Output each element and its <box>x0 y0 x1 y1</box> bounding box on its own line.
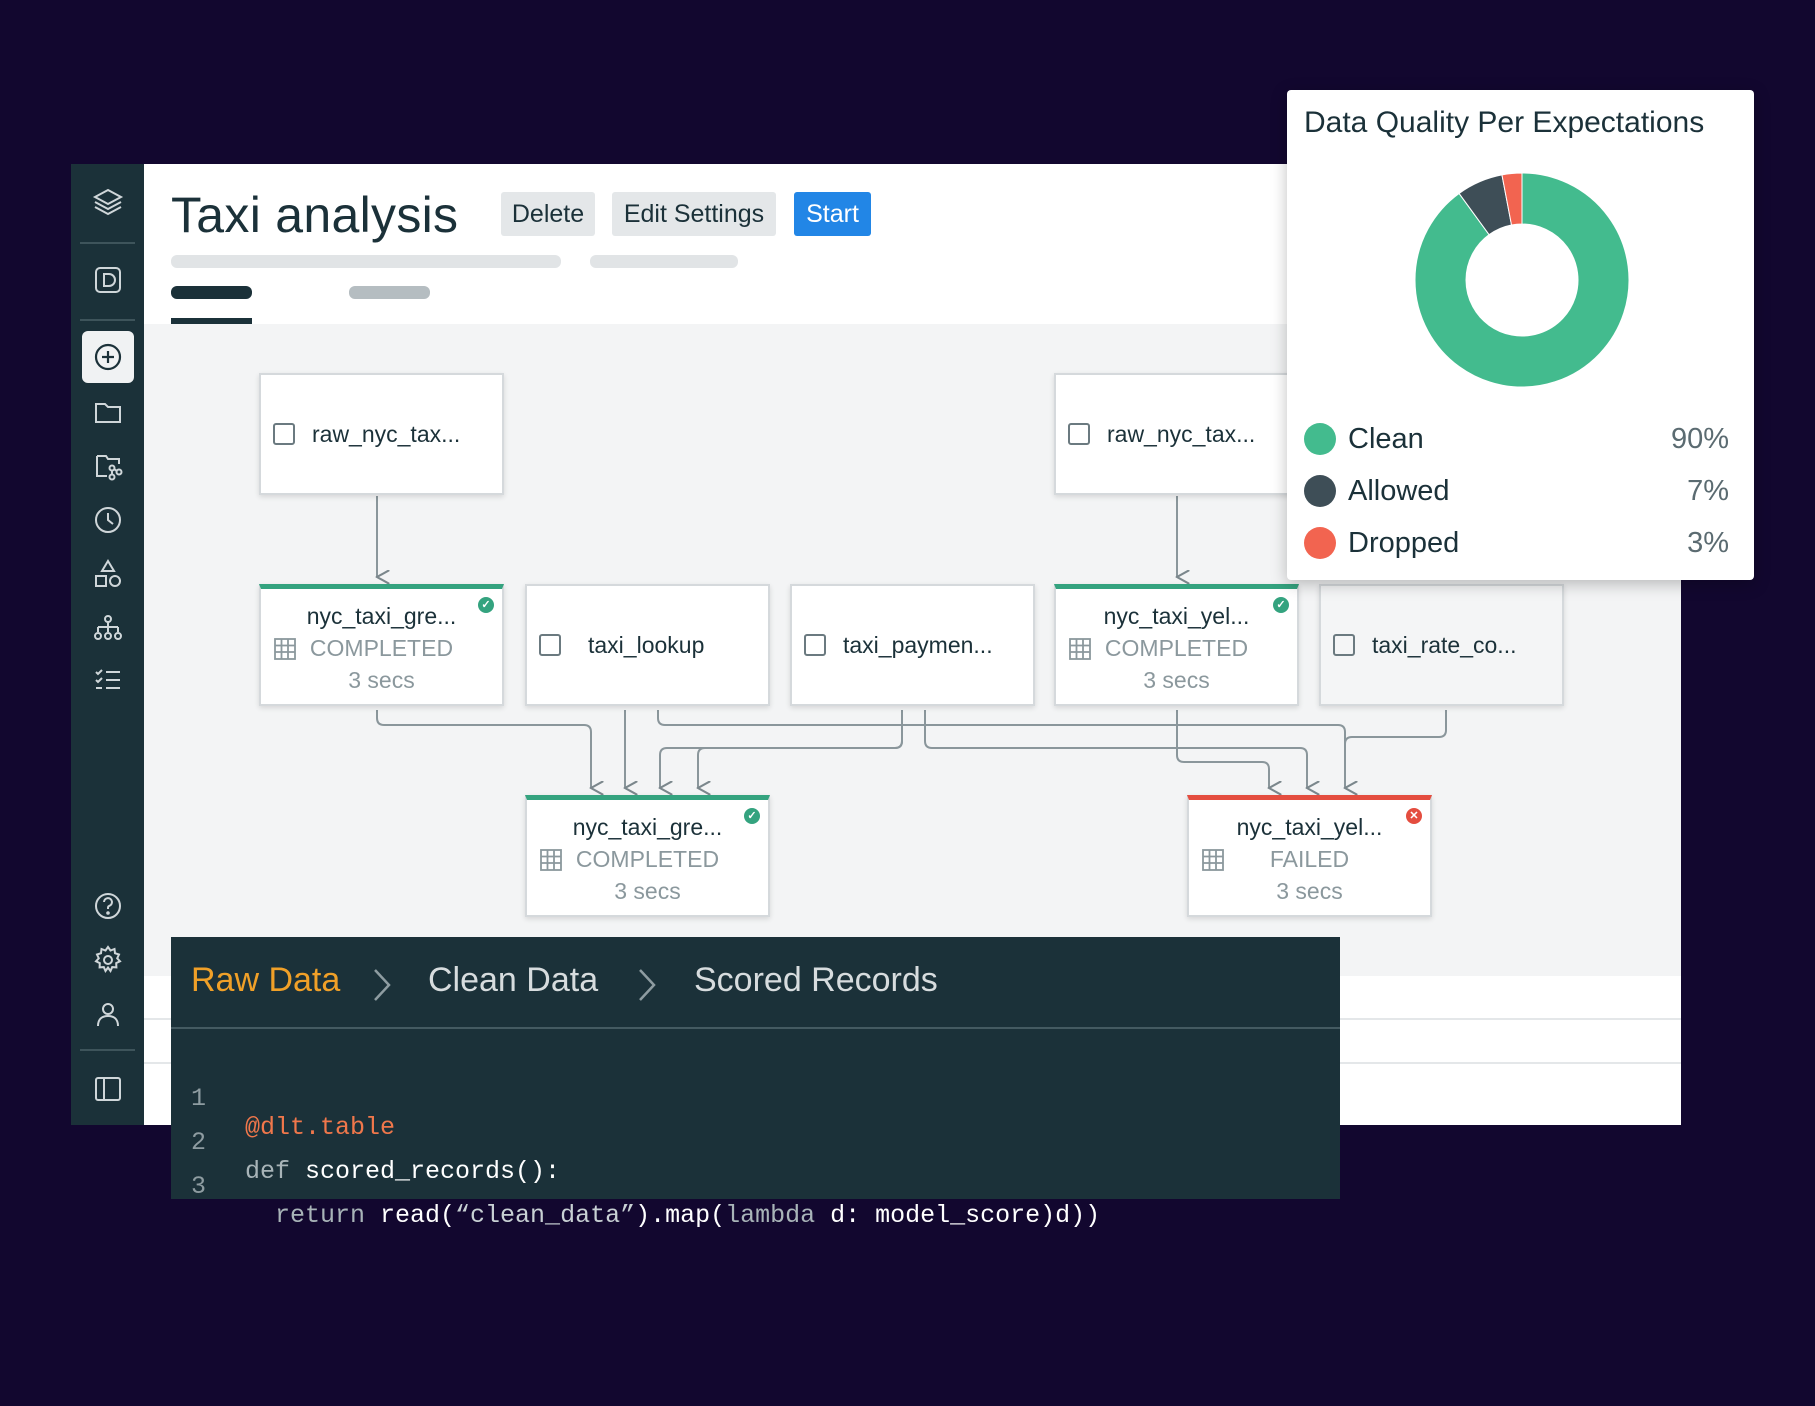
legend-row-dropped: Dropped 3% <box>1304 525 1729 561</box>
edge <box>376 710 591 788</box>
legend-swatch <box>1304 423 1336 455</box>
graph-node-raw-nyc-taxi[interactable]: raw_nyc_tax... <box>259 373 504 495</box>
breadcrumb: Raw Data Clean Data Scored Records <box>171 937 1340 1029</box>
edge <box>1344 710 1447 745</box>
breadcrumb-clean-data[interactable]: Clean Data <box>428 961 598 1000</box>
graph-node-taxi-payment[interactable]: taxi_paymen... <box>790 584 1035 706</box>
node-checkbox[interactable] <box>804 634 826 656</box>
graph-node-raw-nyc-taxi[interactable]: raw_nyc_tax... <box>1054 373 1299 495</box>
chevron-right-icon <box>374 969 391 1001</box>
data-quality-card: Data Quality Per Expectations Clean 90% … <box>1287 90 1754 580</box>
code-text: d: model_score)d)) <box>815 1201 1101 1230</box>
code-panel: Raw Data Clean Data Scored Records 1 @dl… <box>171 937 1340 1230</box>
node-checkbox[interactable] <box>1068 423 1090 445</box>
graph-node-taxi-lookup[interactable]: taxi_lookup <box>525 584 770 706</box>
node-status: COMPLETED <box>309 635 454 661</box>
node-status: COMPLETED <box>575 846 720 872</box>
graph-node-nyc-taxi-yellow-output[interactable]: nyc_taxi_yel... FAILED 3 secs ✕ <box>1187 795 1432 917</box>
code-line: 2 def scored_records(): <box>171 1099 560 1186</box>
legend-swatch <box>1304 475 1336 507</box>
code-text: read( <box>365 1201 456 1230</box>
legend-label: Dropped <box>1348 527 1460 559</box>
success-check-icon: ✓ <box>478 597 494 613</box>
node-duration: 3 secs <box>1143 667 1210 693</box>
code-text: ).map( <box>635 1201 726 1230</box>
node-name: nyc_taxi_yel... <box>1103 603 1250 629</box>
legend-value: 3% <box>1687 527 1729 559</box>
node-name: nyc_taxi_gre... <box>572 814 723 840</box>
node-status: FAILED <box>1269 846 1350 872</box>
line-number: 3 <box>191 1172 207 1201</box>
node-label: raw_nyc_tax... <box>1107 420 1256 447</box>
node-label: raw_nyc_tax... <box>312 420 461 447</box>
node-duration: 3 secs <box>348 667 415 693</box>
card-title: Data Quality Per Expectations <box>1304 106 1705 139</box>
code-string: “clean_data” <box>455 1201 636 1230</box>
graph-node-nyc-taxi-green-output[interactable]: nyc_taxi_gre... COMPLETED 3 secs ✓ <box>525 795 770 917</box>
breadcrumb-scored-records[interactable]: Scored Records <box>694 961 938 1000</box>
legend-row-clean: Clean 90% <box>1304 421 1729 457</box>
edge <box>924 710 1307 788</box>
node-checkbox[interactable] <box>1333 634 1355 656</box>
code-decorator: @dlt.table <box>245 1113 396 1142</box>
legend-value: 7% <box>1687 475 1729 507</box>
node-checkbox[interactable] <box>539 634 561 656</box>
breadcrumb-raw-data[interactable]: Raw Data <box>191 961 340 1000</box>
graph-node-taxi-rate-code[interactable]: taxi_rate_co... <box>1319 584 1564 706</box>
node-label: taxi_paymen... <box>843 631 993 658</box>
node-label: taxi_rate_co... <box>1372 631 1517 658</box>
legend-label: Clean <box>1348 423 1424 455</box>
error-x-icon: ✕ <box>1406 808 1422 824</box>
code-keyword: return <box>245 1201 366 1230</box>
node-label: taxi_lookup <box>588 631 705 658</box>
code-keyword: def <box>245 1157 291 1186</box>
edge <box>698 710 903 788</box>
node-checkbox[interactable] <box>273 423 295 445</box>
code-keyword: lambda <box>725 1201 816 1230</box>
success-check-icon: ✓ <box>744 808 760 824</box>
code-line: 3 return read(“clean_data”).map(lambda d… <box>171 1143 1100 1230</box>
node-duration: 3 secs <box>1276 878 1343 904</box>
code-line: 1 @dlt.table <box>171 1055 395 1142</box>
legend-value: 90% <box>1670 423 1729 455</box>
node-name: nyc_taxi_yel... <box>1236 814 1383 840</box>
legend-swatch <box>1304 527 1336 559</box>
chevron-right-icon <box>639 969 656 1001</box>
graph-node-nyc-taxi-yellow[interactable]: nyc_taxi_yel... COMPLETED 3 secs ✓ <box>1054 584 1299 706</box>
node-duration: 3 secs <box>614 878 681 904</box>
code-text: scored_records(): <box>290 1157 561 1186</box>
node-status: COMPLETED <box>1104 635 1249 661</box>
legend-label: Allowed <box>1348 475 1450 507</box>
node-name: nyc_taxi_gre... <box>306 603 457 629</box>
success-check-icon: ✓ <box>1273 597 1289 613</box>
data-quality-donut-chart <box>1414 172 1630 388</box>
legend-row-allowed: Allowed 7% <box>1304 473 1729 509</box>
graph-node-nyc-taxi-green[interactable]: nyc_taxi_gre... COMPLETED 3 secs ✓ <box>259 584 504 706</box>
